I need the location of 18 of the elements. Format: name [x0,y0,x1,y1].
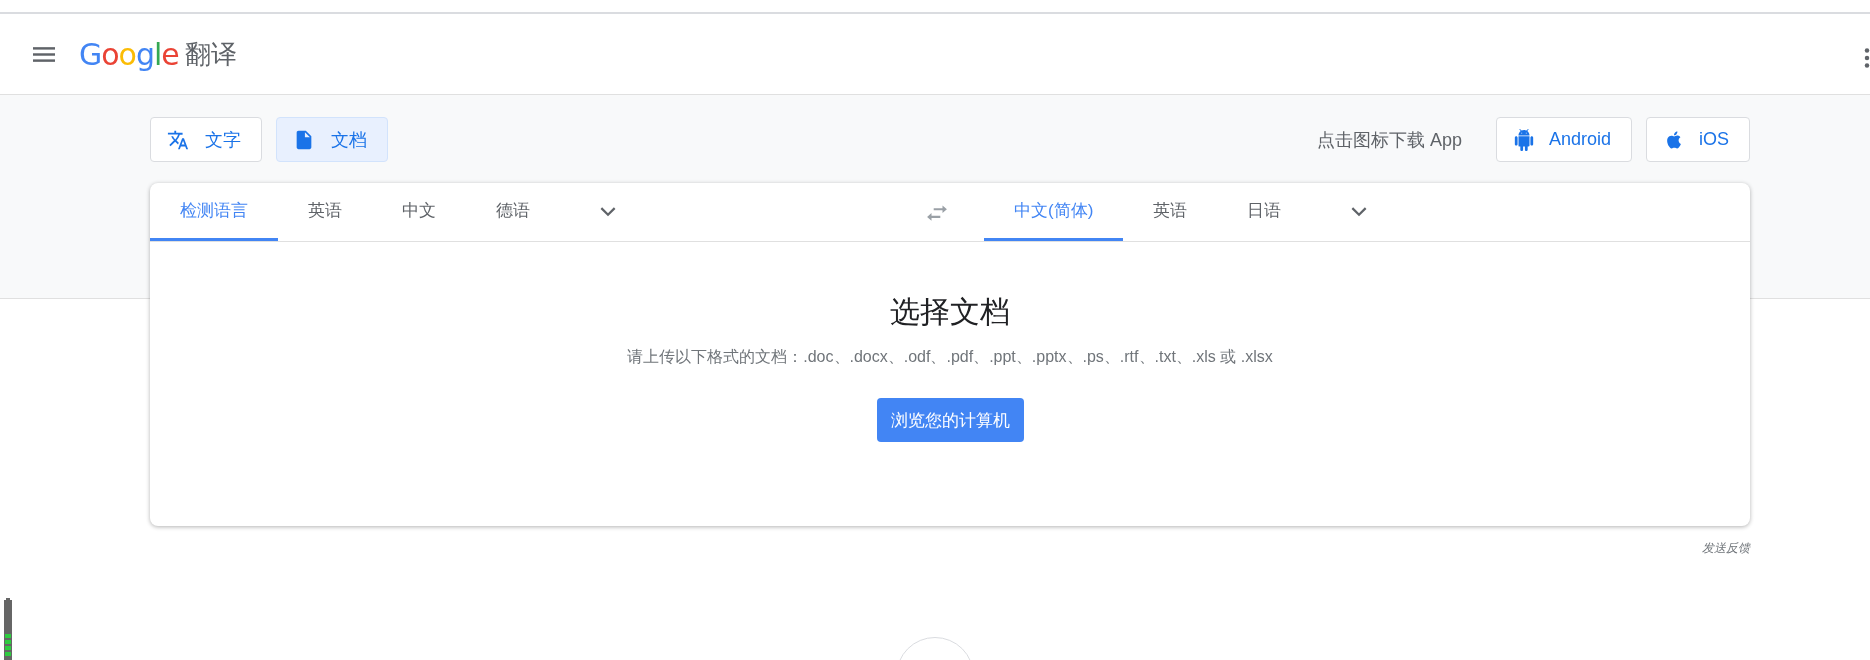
language-tab[interactable]: 英语 [1123,183,1218,241]
document-heading: 选择文档 [890,294,1010,330]
language-tab[interactable]: 英语 [278,183,372,241]
mode-tab[interactable]: 文档 [276,117,388,162]
language-tab[interactable]: 日语 [1217,183,1312,241]
download-hint: 点击图标下载 App [1316,128,1462,152]
language-tab[interactable]: 中文 [372,183,466,241]
language-tab[interactable]: 中文(简体) [984,183,1124,241]
logo[interactable]: Google [79,36,179,72]
language-tab[interactable]: 德语 [466,183,560,241]
mode-tab[interactable]: 文字 [150,117,262,162]
language-tab[interactable]: 检测语言 [150,183,278,241]
app-button[interactable]: iOS [1646,117,1750,162]
browse-button[interactable]: 浏览您的计算机 [876,398,1024,442]
app-title: 翻译 [184,37,237,71]
app-button[interactable]: Android [1495,117,1632,162]
feedback-link[interactable]: 发送反馈 [1702,540,1750,557]
format-hint: 请上传以下格式的文档：.doc、.docx、.odf、.pdf、.ppt、.pptx、.ps、.rtf、.txt、.xls 或 .xlsx [627,347,1273,367]
